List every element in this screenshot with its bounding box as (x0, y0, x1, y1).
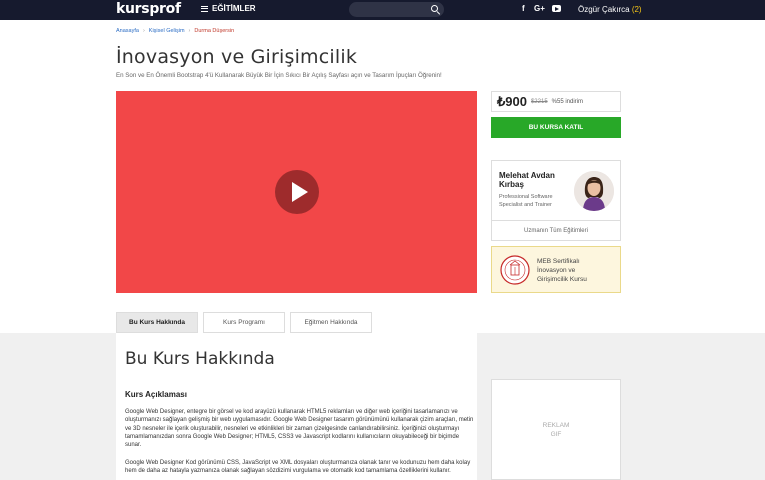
youtube-icon[interactable] (552, 5, 561, 12)
user-name: Özgür Çakırca (578, 5, 630, 14)
top-navbar: kursprof EĞİTİMLER f G+ Özgür Çakırca (2… (0, 0, 765, 20)
facebook-icon[interactable]: f (522, 4, 525, 13)
description-title: Kurs Açıklaması (125, 390, 187, 399)
instructor-title: Professional Software Specialist and Tra… (499, 194, 553, 208)
description-paragraph-2: Google Web Designer Kod görünümü CSS, Ja… (125, 460, 471, 475)
join-course-button[interactable]: BU KURSA KATIL (491, 117, 621, 138)
instructor-all-courses-link[interactable]: Uzmanın Tüm Eğitimleri (492, 220, 620, 240)
search-icon[interactable] (431, 5, 438, 12)
chevron-right-icon: › (142, 28, 145, 34)
about-heading: Bu Kurs Hakkında (125, 349, 275, 369)
site-logo[interactable]: kursprof (116, 1, 181, 17)
certificate-line-3: Girişimcilik Kursu (537, 276, 587, 283)
old-price: $2215 (530, 98, 548, 105)
breadcrumb-home[interactable]: Anasayfa (116, 28, 139, 34)
breadcrumb-category[interactable]: Kişisel Gelişim (149, 28, 185, 34)
tab-about[interactable]: Bu Kurs Hakkında (116, 312, 198, 333)
instructor-name[interactable]: Melehat Avdan Kırbaş (499, 171, 574, 189)
chevron-right-icon: › (188, 28, 191, 34)
tab-program[interactable]: Kurs Programı (203, 312, 285, 333)
notification-count: (2) (631, 5, 642, 14)
instructor-avatar[interactable] (574, 171, 614, 211)
breadcrumb-current[interactable]: Durma Düşersin (194, 28, 234, 34)
ad-format: GIF (550, 430, 562, 438)
course-price: ₺900 (497, 93, 527, 109)
certificate-line-1: MEB Sertifikalı (537, 258, 580, 265)
video-player[interactable] (116, 91, 477, 293)
user-menu[interactable]: Özgür Çakırca (2) (578, 5, 642, 14)
course-subtitle: En Son ve En Önemli Bootstrap 4'ü Kullan… (116, 72, 442, 79)
certificate-text: MEB Sertifikalı İnovasyon ve Girişimcili… (537, 257, 587, 284)
search-input[interactable] (349, 2, 444, 17)
tab-instructor[interactable]: Eğitmen Hakkında (290, 312, 372, 333)
discount-label: %55 indirim (551, 98, 584, 105)
courses-menu-label: EĞİTİMLER (212, 4, 256, 13)
certificate-badge: MEB Sertifikalı İnovasyon ve Girişimcili… (491, 246, 621, 293)
play-icon[interactable] (275, 170, 319, 214)
page-title: İnovasyon ve Girişimcilik (116, 46, 358, 68)
meb-seal-icon (500, 255, 530, 285)
price-box: ₺900 $2215 %55 indirim (491, 91, 621, 112)
instructor-card: Melehat Avdan Kırbaş Professional Softwa… (491, 160, 621, 241)
course-tabs: Bu Kurs Hakkında Kurs Programı Eğitmen H… (116, 312, 372, 333)
breadcrumb: Anasayfa › Kişisel Gelişim › Durma Düşer… (116, 28, 234, 34)
courses-menu-button[interactable]: EĞİTİMLER (201, 4, 256, 13)
description-paragraph-1: Google Web Designer, entegre bir görsel … (125, 409, 474, 449)
menu-icon (201, 5, 208, 12)
ad-label: REKLAM (542, 421, 570, 429)
google-plus-icon[interactable]: G+ (534, 4, 545, 13)
ad-banner[interactable]: REKLAM GIF (491, 379, 621, 480)
certificate-line-2: İnovasyon ve (537, 267, 576, 274)
